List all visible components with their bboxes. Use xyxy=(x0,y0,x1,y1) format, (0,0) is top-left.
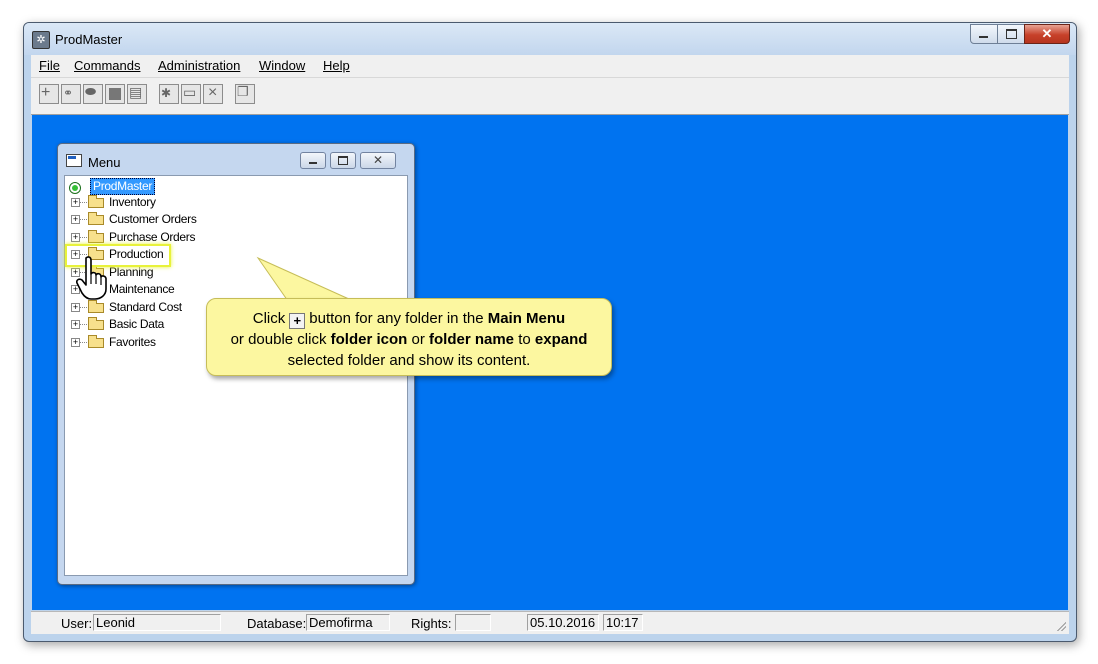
callout-bold-folder-name: folder name xyxy=(429,331,515,348)
delete-button[interactable]: × xyxy=(203,84,223,104)
tree-item-label[interactable]: Planning xyxy=(109,265,154,279)
app-icon[interactable]: ✲ xyxy=(32,31,50,49)
callout-text: to xyxy=(518,331,531,348)
minimize-icon xyxy=(979,36,988,38)
expand-plus-icon[interactable]: + xyxy=(71,233,80,242)
delete-icon: × xyxy=(208,84,218,101)
close-icon: ✕ xyxy=(1041,26,1053,41)
callout-text: Click xyxy=(252,310,286,327)
close-icon: ✕ xyxy=(372,153,384,167)
binoculars-icon: ⚭ xyxy=(63,86,74,100)
title-bar[interactable]: ✲ ProdMaster ✕ xyxy=(24,23,1076,55)
tree-item-label[interactable]: Favorites xyxy=(109,335,156,349)
menu-minimize-button[interactable] xyxy=(300,152,326,169)
document-button[interactable]: ▤ xyxy=(127,84,147,104)
resize-grip[interactable] xyxy=(1056,621,1066,631)
folder-icon[interactable] xyxy=(88,300,104,313)
stop-icon xyxy=(109,88,121,100)
tree-connector xyxy=(80,219,87,220)
tree-connector xyxy=(80,202,87,203)
rights-label: Rights: xyxy=(411,616,452,631)
menu-file[interactable]: File xyxy=(39,58,60,73)
expand-plus-icon[interactable]: + xyxy=(71,320,80,329)
database-label: Database: xyxy=(247,616,307,631)
folder-button[interactable]: ▭ xyxy=(181,84,201,104)
folder-icon[interactable] xyxy=(88,317,104,330)
menu-window[interactable]: Window xyxy=(259,58,305,73)
callout-bold-expand: expand xyxy=(534,331,588,348)
instruction-callout: Click + button for any folder in the Main … xyxy=(206,298,612,376)
app-title: ProdMaster xyxy=(55,32,123,47)
menu-maximize-button[interactable] xyxy=(330,152,356,169)
callout-text: or double click xyxy=(230,331,327,348)
minimize-icon xyxy=(309,162,317,164)
menu-administration[interactable]: Administration xyxy=(158,58,240,73)
folder-icon[interactable] xyxy=(88,335,104,348)
tree-item-customer-orders[interactable]: + Customer Orders xyxy=(65,211,265,228)
menu-close-button[interactable]: ✕ xyxy=(360,152,396,169)
menu-window-caption-buttons: ✕ xyxy=(300,152,400,169)
erase-button[interactable]: ⬬ xyxy=(83,84,103,104)
user-value: Leonid xyxy=(93,614,221,631)
copy-button[interactable]: ❐ xyxy=(235,84,255,104)
new-folder-icon: ✱ xyxy=(161,86,172,100)
time-value: 10:17 xyxy=(603,614,643,631)
hand-cursor-icon xyxy=(76,256,107,300)
callout-bold-folder-icon: folder icon xyxy=(330,331,408,348)
stop-button[interactable] xyxy=(105,84,125,104)
tree-connector xyxy=(80,324,87,325)
maximize-icon xyxy=(1006,29,1017,39)
toolbar: + ⚭ ⬬ ▤ ✱ ▭ × ❐ xyxy=(31,78,1069,115)
callout-line-1: Click + button for any folder in the Main … xyxy=(207,308,611,329)
tree-item-label[interactable]: Basic Data xyxy=(109,317,164,331)
folder-icon[interactable] xyxy=(88,230,104,243)
expand-plus-icon: + xyxy=(289,313,306,329)
menu-help[interactable]: Help xyxy=(323,58,350,73)
minimize-button[interactable] xyxy=(970,24,998,44)
copy-icon: ❐ xyxy=(237,84,249,99)
maximize-button[interactable] xyxy=(997,24,1025,44)
status-bar: User: Leonid Database: Demofirma Rights:… xyxy=(31,611,1069,634)
expand-plus-icon[interactable]: + xyxy=(71,338,80,347)
tree-item-label[interactable]: Standard Cost xyxy=(109,300,182,314)
close-button[interactable]: ✕ xyxy=(1024,24,1070,44)
menu-window-title: Menu xyxy=(88,155,121,170)
folder-icon[interactable] xyxy=(88,212,104,225)
menu-bar: File Commands Administration Window Help xyxy=(31,55,1069,78)
caption-buttons: ✕ xyxy=(970,24,1070,44)
new-record-icon: + xyxy=(41,84,51,101)
eraser-icon: ⬬ xyxy=(85,84,97,99)
database-value: Demofirma xyxy=(306,614,390,631)
menu-window-icon xyxy=(66,154,82,167)
tree-item-label[interactable]: Purchase Orders xyxy=(109,230,196,244)
tree-item-label[interactable]: Inventory xyxy=(109,195,156,209)
folder-icon[interactable] xyxy=(88,195,104,208)
root-node-icon xyxy=(69,182,81,194)
expand-plus-icon[interactable]: + xyxy=(71,215,80,224)
date-value: 05.10.2016 xyxy=(527,614,599,631)
callout-text: or xyxy=(411,331,425,348)
folder-icon: ▭ xyxy=(183,84,197,100)
tree-connector xyxy=(80,307,87,308)
callout-line-2: or double click folder icon or folder na… xyxy=(207,329,611,350)
expand-plus-icon[interactable]: + xyxy=(71,198,80,207)
maximize-icon xyxy=(338,156,348,165)
tree-item-label[interactable]: Customer Orders xyxy=(109,212,197,226)
tree-item-label[interactable]: Maintenance xyxy=(109,282,175,296)
user-label: User: xyxy=(61,616,93,631)
tree-connector xyxy=(80,342,87,343)
callout-text: button for any folder in the xyxy=(309,310,484,327)
callout-line-3: selected folder and show its content. xyxy=(287,352,531,369)
document-icon: ▤ xyxy=(129,84,143,100)
tree-item-inventory[interactable]: + Inventory xyxy=(65,194,265,211)
expand-plus-icon[interactable]: + xyxy=(71,303,80,312)
new-record-button[interactable]: + xyxy=(39,84,59,104)
callout-bold-main-menu: Main Menu xyxy=(487,310,566,327)
tree-root-prodmaster[interactable]: ProdMaster xyxy=(90,178,156,195)
new-folder-button[interactable]: ✱ xyxy=(159,84,179,104)
tree-connector xyxy=(80,237,87,238)
menu-commands[interactable]: Commands xyxy=(74,58,140,73)
find-button[interactable]: ⚭ xyxy=(61,84,81,104)
rights-value xyxy=(455,614,491,631)
